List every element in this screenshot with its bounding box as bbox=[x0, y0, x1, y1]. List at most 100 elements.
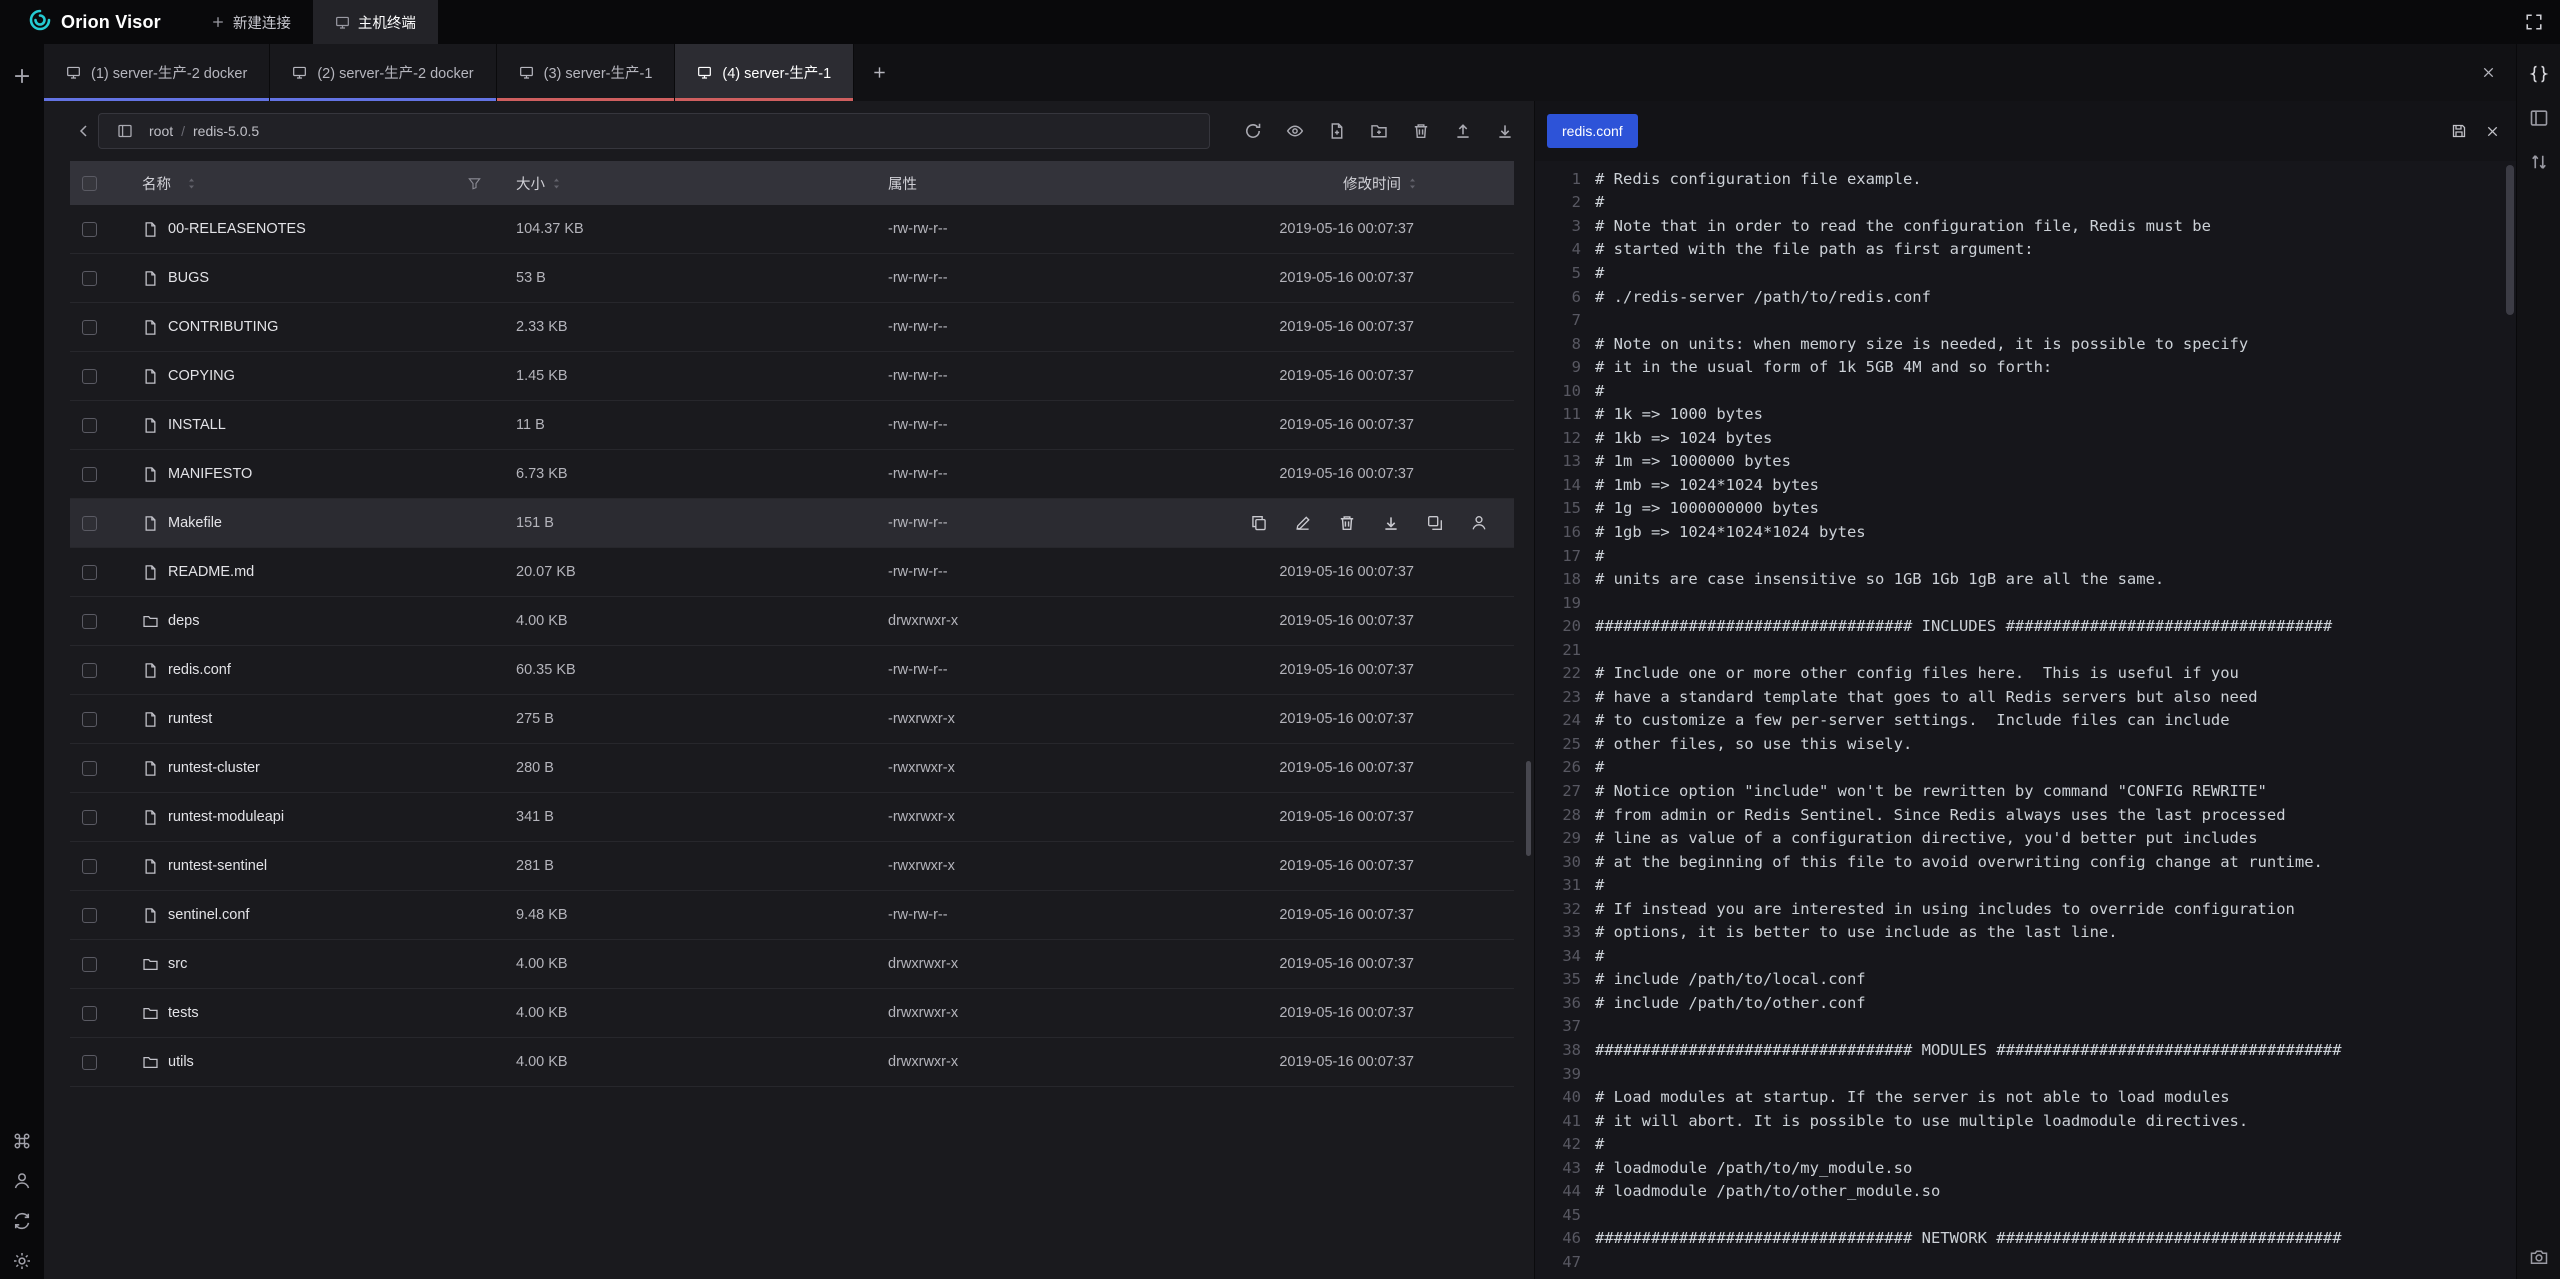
sort-name-icon[interactable] bbox=[186, 176, 197, 191]
terminal-tab[interactable]: (4) server-生产-1 bbox=[675, 44, 854, 101]
user-icon[interactable] bbox=[12, 1171, 32, 1191]
table-row[interactable]: sentinel.conf9.48 KB-rw-rw-r--2019-05-16… bbox=[70, 891, 1514, 940]
table-row[interactable]: BUGS53 B-rw-rw-r--2019-05-16 00:07:37 bbox=[70, 254, 1514, 303]
close-panel-button[interactable] bbox=[2460, 44, 2516, 101]
column-size-label[interactable]: 大小 bbox=[516, 173, 545, 194]
table-row[interactable]: utils4.00 KBdrwxrwxr-x2019-05-16 00:07:3… bbox=[70, 1038, 1514, 1087]
braces-icon[interactable] bbox=[2529, 64, 2549, 84]
row-checkbox[interactable] bbox=[82, 908, 97, 923]
permission-icon[interactable] bbox=[1470, 514, 1488, 532]
row-name[interactable]: tests bbox=[114, 1005, 510, 1022]
row-checkbox[interactable] bbox=[82, 614, 97, 629]
row-name[interactable]: runtest-sentinel bbox=[114, 858, 510, 875]
download-button[interactable] bbox=[1496, 122, 1514, 140]
row-name[interactable]: redis.conf bbox=[114, 662, 510, 679]
row-name[interactable]: MANIFESTO bbox=[114, 466, 510, 483]
sort-mtime-icon[interactable] bbox=[1407, 176, 1418, 191]
table-row[interactable]: 00-RELEASENOTES104.37 KB-rw-rw-r--2019-0… bbox=[70, 205, 1514, 254]
back-button[interactable] bbox=[70, 117, 98, 145]
table-row[interactable]: MANIFESTO6.73 KB-rw-rw-r--2019-05-16 00:… bbox=[70, 450, 1514, 499]
row-name[interactable]: deps bbox=[114, 613, 510, 630]
column-name-label[interactable]: 名称 bbox=[142, 173, 171, 194]
settings-icon[interactable] bbox=[12, 1251, 32, 1271]
create-folder-button[interactable] bbox=[1370, 122, 1388, 140]
table-row[interactable]: runtest-cluster280 B-rwxrwxr-x2019-05-16… bbox=[70, 744, 1514, 793]
row-checkbox[interactable] bbox=[82, 320, 97, 335]
save-icon[interactable] bbox=[2451, 123, 2467, 139]
breadcrumb-segment-root[interactable]: root bbox=[149, 123, 173, 139]
row-name[interactable]: BUGS bbox=[114, 270, 510, 287]
row-checkbox[interactable] bbox=[82, 712, 97, 727]
row-checkbox[interactable] bbox=[82, 369, 97, 384]
column-mtime-label[interactable]: 修改时间 bbox=[1343, 173, 1401, 194]
delete-icon[interactable] bbox=[1338, 514, 1356, 532]
table-row[interactable]: redis.conf60.35 KB-rw-rw-r--2019-05-16 0… bbox=[70, 646, 1514, 695]
table-row[interactable]: INSTALL11 B-rw-rw-r--2019-05-16 00:07:37 bbox=[70, 401, 1514, 450]
row-name[interactable]: sentinel.conf bbox=[114, 907, 510, 924]
row-name[interactable]: runtest bbox=[114, 711, 510, 728]
editor-file-tab[interactable]: redis.conf bbox=[1547, 114, 1638, 148]
row-checkbox[interactable] bbox=[82, 957, 97, 972]
create-file-button[interactable] bbox=[1328, 122, 1346, 140]
editor-scrollbar[interactable] bbox=[2506, 165, 2514, 315]
plus-icon[interactable] bbox=[12, 66, 32, 86]
row-checkbox[interactable] bbox=[82, 418, 97, 433]
table-row[interactable]: runtest-moduleapi341 B-rwxrwxr-x2019-05-… bbox=[70, 793, 1514, 842]
table-row[interactable]: README.md20.07 KB-rw-rw-r--2019-05-16 00… bbox=[70, 548, 1514, 597]
row-checkbox[interactable] bbox=[82, 271, 97, 286]
table-row[interactable]: COPYING1.45 KB-rw-rw-r--2019-05-16 00:07… bbox=[70, 352, 1514, 401]
duplicate-icon[interactable] bbox=[1426, 514, 1444, 532]
filter-icon[interactable] bbox=[467, 176, 482, 191]
table-row[interactable]: CONTRIBUTING2.33 KB-rw-rw-r--2019-05-16 … bbox=[70, 303, 1514, 352]
sort-size-icon[interactable] bbox=[551, 176, 562, 191]
row-name[interactable]: runtest-cluster bbox=[114, 760, 510, 777]
close-editor-icon[interactable] bbox=[2485, 124, 2500, 139]
row-checkbox[interactable] bbox=[82, 467, 97, 482]
download-icon[interactable] bbox=[1382, 514, 1400, 532]
table-row[interactable]: tests4.00 KBdrwxrwxr-x2019-05-16 00:07:3… bbox=[70, 989, 1514, 1038]
row-name[interactable]: INSTALL bbox=[114, 417, 510, 434]
fullscreen-button[interactable] bbox=[2508, 0, 2560, 44]
terminal-tab[interactable]: (3) server-生产-1 bbox=[497, 44, 676, 101]
row-checkbox[interactable] bbox=[82, 663, 97, 678]
row-checkbox[interactable] bbox=[82, 222, 97, 237]
table-row[interactable]: runtest275 B-rwxrwxr-x2019-05-16 00:07:3… bbox=[70, 695, 1514, 744]
host-terminal-tab[interactable]: 主机终端 bbox=[313, 0, 438, 44]
edit-icon[interactable] bbox=[1294, 514, 1312, 532]
row-checkbox[interactable] bbox=[82, 1006, 97, 1021]
table-row[interactable]: runtest-sentinel281 B-rwxrwxr-x2019-05-1… bbox=[70, 842, 1514, 891]
delete-button[interactable] bbox=[1412, 122, 1430, 140]
table-row[interactable]: Makefile151 B-rw-rw-r-- bbox=[70, 499, 1514, 548]
command-icon[interactable] bbox=[12, 1131, 32, 1151]
code-editor[interactable]: 1# Redis configuration file example.2#3#… bbox=[1535, 161, 2516, 1279]
preview-button[interactable] bbox=[1286, 122, 1304, 140]
row-name[interactable]: utils bbox=[114, 1054, 510, 1071]
upload-button[interactable] bbox=[1454, 122, 1472, 140]
row-name[interactable]: 00-RELEASENOTES bbox=[114, 221, 510, 238]
list-view-button[interactable] bbox=[111, 117, 139, 145]
terminal-tab[interactable]: (2) server-生产-2 docker bbox=[270, 44, 496, 101]
row-name[interactable]: COPYING bbox=[114, 368, 510, 385]
table-row[interactable]: src4.00 KBdrwxrwxr-x2019-05-16 00:07:37 bbox=[70, 940, 1514, 989]
row-name[interactable]: README.md bbox=[114, 564, 510, 581]
screenshot-icon[interactable] bbox=[2529, 1247, 2549, 1267]
layout-list-icon[interactable] bbox=[2529, 108, 2549, 128]
new-connection-button[interactable]: 新建连接 bbox=[189, 0, 313, 44]
row-name[interactable]: runtest-moduleapi bbox=[114, 809, 510, 826]
row-name[interactable]: src bbox=[114, 956, 510, 973]
row-checkbox[interactable] bbox=[82, 1055, 97, 1070]
breadcrumb-segment-current[interactable]: redis-5.0.5 bbox=[193, 123, 259, 139]
row-name[interactable]: CONTRIBUTING bbox=[114, 319, 510, 336]
sync-icon[interactable] bbox=[12, 1211, 32, 1231]
sort-icon[interactable] bbox=[2529, 152, 2549, 172]
file-table-scrollbar[interactable] bbox=[1526, 761, 1531, 856]
copy-icon[interactable] bbox=[1250, 514, 1268, 532]
refresh-button[interactable] bbox=[1244, 122, 1262, 140]
row-checkbox[interactable] bbox=[82, 810, 97, 825]
row-name[interactable]: Makefile bbox=[114, 515, 510, 532]
select-all-checkbox[interactable] bbox=[82, 176, 97, 191]
new-terminal-tab-button[interactable] bbox=[854, 44, 904, 101]
row-checkbox[interactable] bbox=[82, 761, 97, 776]
row-checkbox[interactable] bbox=[82, 859, 97, 874]
row-checkbox[interactable] bbox=[82, 516, 97, 531]
